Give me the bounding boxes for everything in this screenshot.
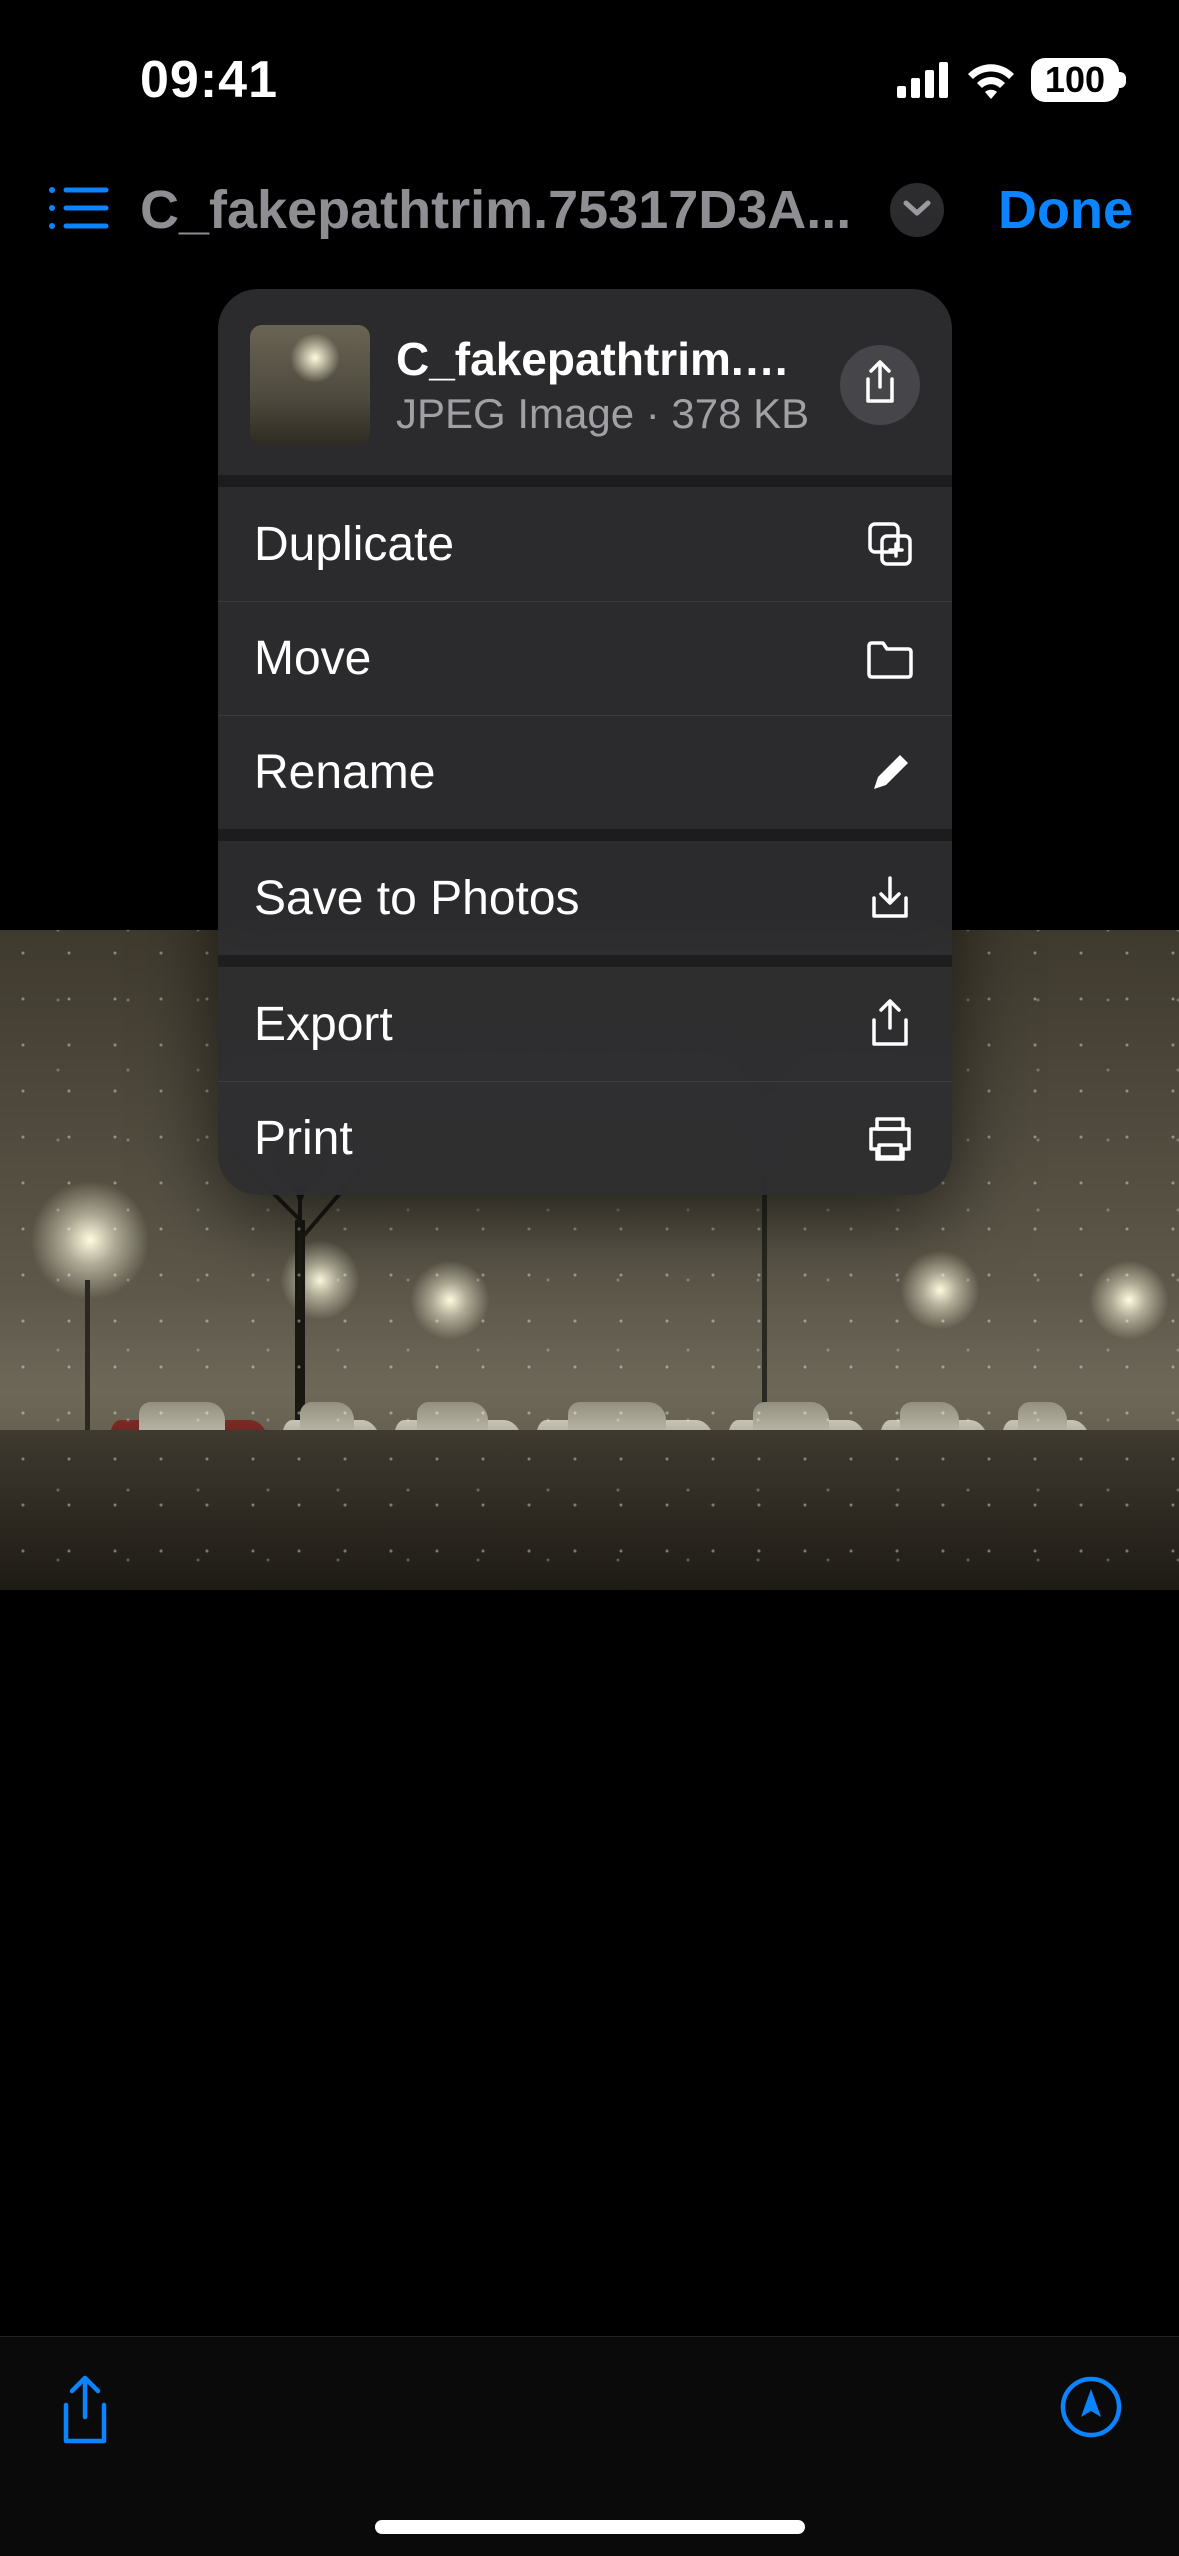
folder-icon [864, 633, 916, 685]
menu-label: Save to Photos [254, 871, 580, 926]
battery-level: 100 [1045, 62, 1105, 98]
action-menu: C_fakepathtrim.753... JPEG Image · 378 K… [218, 289, 952, 1195]
menu-item-export[interactable]: Export [218, 967, 952, 1081]
share-button[interactable] [840, 345, 920, 425]
done-button[interactable]: Done [998, 179, 1133, 241]
status-indicators: 100 [897, 58, 1119, 102]
menu-header: C_fakepathtrim.753... JPEG Image · 378 K… [218, 289, 952, 487]
share-button-toolbar[interactable] [56, 2375, 114, 2454]
menu-label: Move [254, 631, 371, 686]
chevron-down-icon [903, 199, 931, 222]
status-time: 09:41 [140, 50, 278, 110]
menu-label: Print [254, 1111, 353, 1166]
share-icon [860, 359, 900, 412]
file-thumbnail [250, 325, 370, 445]
printer-icon [864, 1113, 916, 1165]
menu-item-move[interactable]: Move [218, 601, 952, 715]
menu-label: Rename [254, 745, 435, 800]
home-indicator[interactable] [375, 2520, 805, 2534]
pencil-icon [864, 747, 916, 799]
nav-bar: C_fakepathtrim.75317D3A... Done [0, 150, 1179, 270]
export-icon [864, 998, 916, 1050]
menu-item-rename[interactable]: Rename [218, 715, 952, 829]
file-subtitle: JPEG Image · 378 KB [396, 390, 814, 438]
battery-icon: 100 [1031, 58, 1119, 102]
wifi-icon [965, 61, 1017, 99]
status-bar: 09:41 100 [0, 0, 1179, 130]
cellular-icon [897, 62, 951, 98]
menu-item-duplicate[interactable]: Duplicate [218, 487, 952, 601]
title-menu-button[interactable] [890, 183, 944, 237]
file-name: C_fakepathtrim.753... [396, 332, 814, 386]
list-icon[interactable] [46, 183, 110, 238]
markup-button[interactable] [1059, 2375, 1123, 2444]
download-icon [864, 872, 916, 924]
menu-item-save-to-photos[interactable]: Save to Photos [218, 841, 952, 955]
duplicate-icon [864, 518, 916, 570]
menu-label: Export [254, 997, 393, 1052]
document-title[interactable]: C_fakepathtrim.75317D3A... [140, 179, 860, 241]
menu-label: Duplicate [254, 517, 454, 572]
menu-item-print[interactable]: Print [218, 1081, 952, 1195]
